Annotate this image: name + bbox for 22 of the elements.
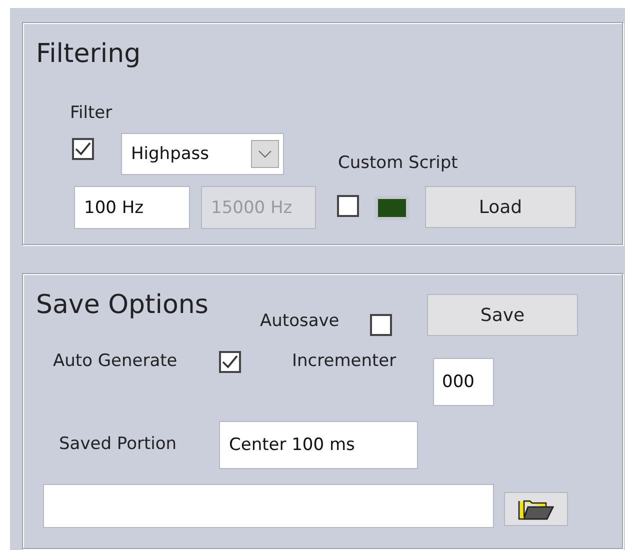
saved-portion-label: Saved Portion bbox=[59, 434, 177, 454]
chevron-down-icon bbox=[251, 140, 279, 168]
checkbox[interactable] bbox=[219, 351, 241, 373]
filter-type-dropdown[interactable]: Highpass bbox=[121, 133, 284, 175]
incrementer-field[interactable]: 000 bbox=[433, 358, 494, 406]
incrementer-label: Incrementer bbox=[292, 351, 396, 371]
load-button[interactable]: Load bbox=[425, 186, 576, 228]
checkbox[interactable] bbox=[337, 195, 359, 217]
checkbox[interactable] bbox=[370, 314, 392, 336]
save-button[interactable]: Save bbox=[427, 294, 578, 336]
section-title: Filtering bbox=[36, 39, 141, 69]
custom-script-label: Custom Script bbox=[338, 153, 458, 173]
filter-label: Filter bbox=[70, 103, 112, 123]
low-cutoff-field[interactable]: 100 Hz bbox=[74, 186, 190, 229]
path-field[interactable] bbox=[43, 484, 494, 528]
auto-generate-label: Auto Generate bbox=[53, 351, 178, 371]
folder-icon bbox=[518, 498, 554, 520]
browse-button[interactable] bbox=[504, 492, 568, 526]
saved-portion-field[interactable]: Center 100 ms bbox=[219, 421, 418, 469]
autosave-label: Autosave bbox=[260, 311, 340, 331]
checkbox[interactable] bbox=[72, 138, 94, 160]
section-title: Save Options bbox=[36, 290, 208, 320]
